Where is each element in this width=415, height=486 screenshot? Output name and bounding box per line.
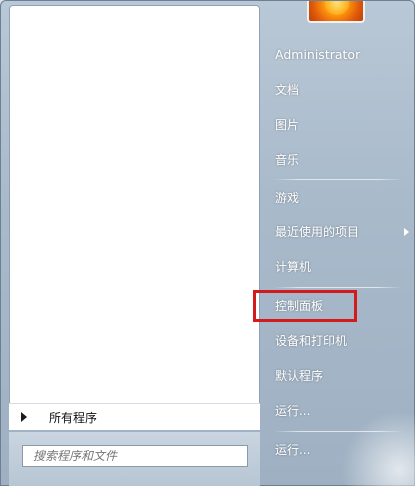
menu-separator [273,179,403,180]
right-menu-pane: Administrator 文档 图片 音乐 游戏 最近使用的项目 计算机 控制… [263,1,415,486]
user-name-link[interactable]: Administrator [271,41,409,69]
menu-separator [273,431,403,432]
menu-item-pictures[interactable]: 图片 [271,111,409,139]
menu-item-devices-printers[interactable]: 设备和打印机 [271,327,409,355]
menu-item-documents[interactable]: 文档 [271,76,409,104]
triangle-right-icon [21,412,27,422]
menu-item-control-panel[interactable]: 控制面板 [271,292,409,320]
menu-item-recent-items[interactable]: 最近使用的项目 [271,218,409,246]
start-menu: 所有程序 Administrator 文档 图片 音乐 游戏 最近使用的项目 计… [0,0,415,486]
search-area [9,432,260,486]
menu-item-run[interactable]: 运行... [271,397,409,425]
search-input[interactable] [22,445,248,467]
menu-item-music[interactable]: 音乐 [271,146,409,174]
shutdown-button[interactable]: 运行... [271,436,409,464]
all-programs-button[interactable]: 所有程序 [9,403,260,430]
menu-item-default-programs[interactable]: 默认程序 [271,362,409,390]
menu-separator [273,287,403,288]
pinned-programs-pane [9,5,260,430]
menu-item-games[interactable]: 游戏 [271,184,409,212]
chevron-right-icon [404,228,409,236]
menu-item-computer[interactable]: 计算机 [271,253,409,281]
menu-item-recent-items-label: 最近使用的项目 [275,225,360,239]
user-avatar[interactable] [307,1,365,23]
all-programs-label: 所有程序 [49,410,98,425]
